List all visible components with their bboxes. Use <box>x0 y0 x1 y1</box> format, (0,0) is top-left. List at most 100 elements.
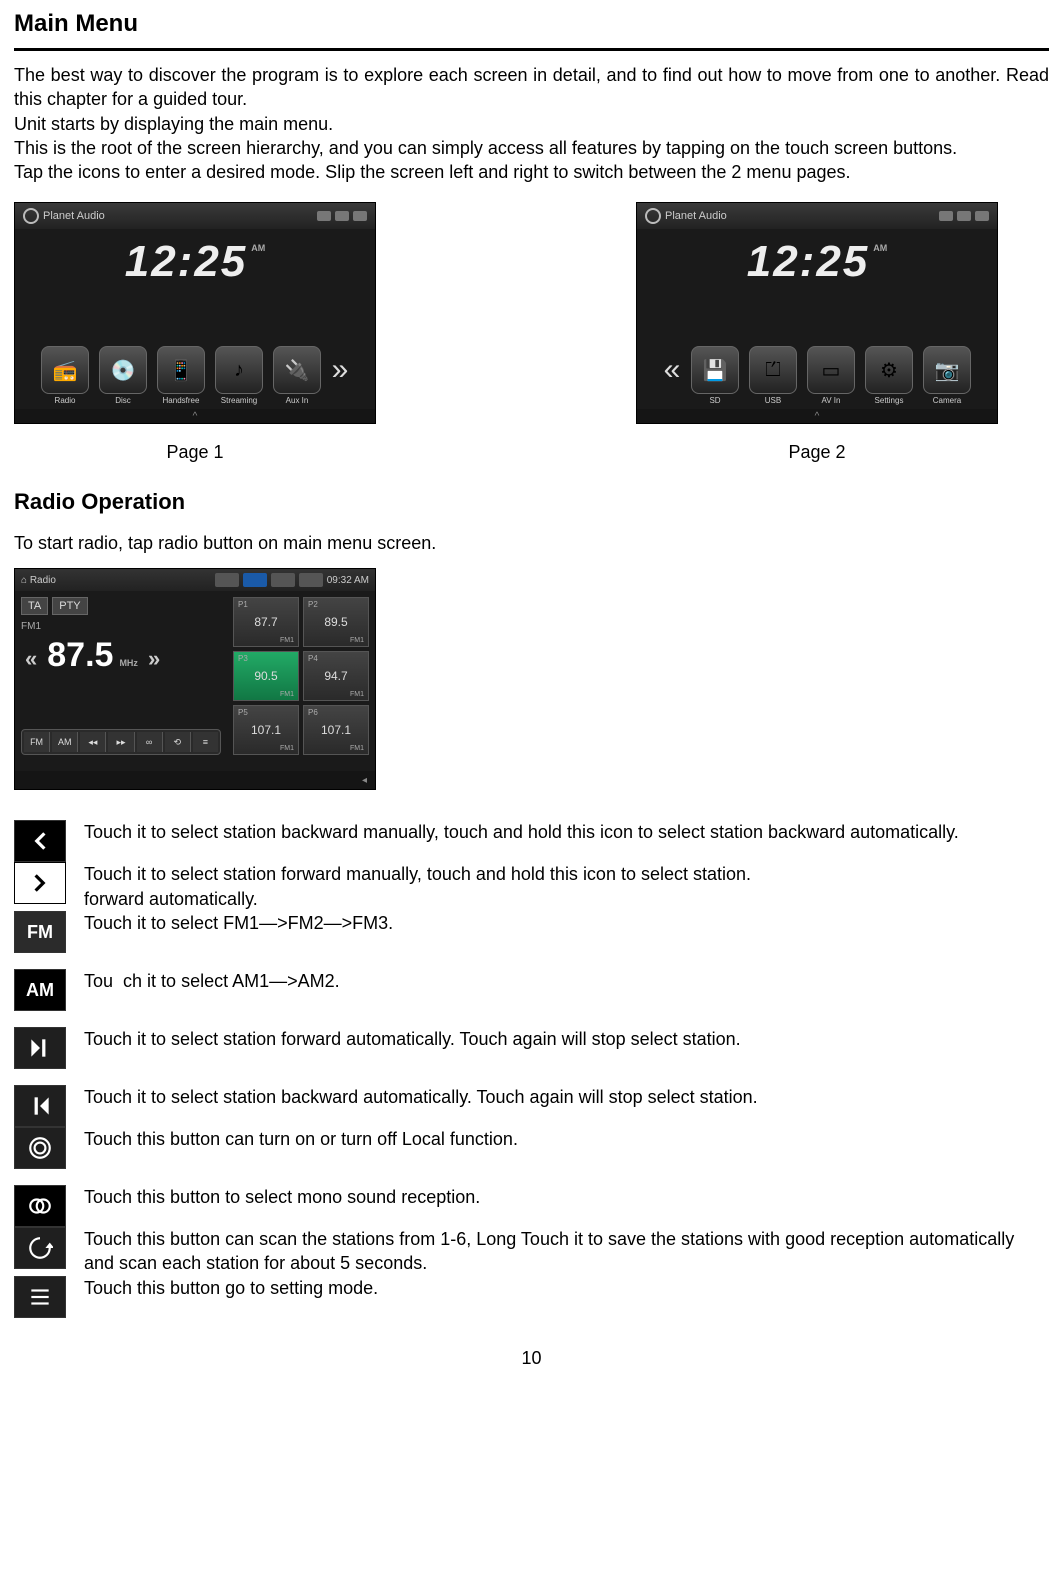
desc-mono: Touch this button to select mono sound r… <box>14 1185 1049 1227</box>
scan-button[interactable]: ⟲ <box>165 732 191 752</box>
tune-down-icon[interactable]: « <box>25 646 37 672</box>
intro-p1: The best way to discover the program is … <box>14 63 1049 112</box>
gear-icon: ⚙ <box>880 358 898 383</box>
desc-text: Touch it to select station forward manua… <box>84 862 1049 911</box>
app-sd[interactable]: 💾 SD <box>689 346 741 405</box>
status-icon <box>335 211 349 221</box>
scan-icon <box>14 1227 66 1269</box>
next-track-icon <box>14 1027 66 1069</box>
app-label: AV In <box>822 396 841 405</box>
page2-caption: Page 2 <box>788 442 845 463</box>
app-avin[interactable]: ▭ AV In <box>805 346 857 405</box>
status-icon <box>353 211 367 221</box>
phone-icon: 📱 <box>169 358 194 383</box>
intro-p2: Unit starts by displaying the main menu. <box>14 112 1049 136</box>
clock-time: 12:25 <box>125 237 248 286</box>
radio-screenshot: ⌂ Radio 09:32 AM TA PTY FM1 « 87.5 MHz »… <box>14 568 376 790</box>
menu-page-2: Planet Audio 12:25AM « 💾SD ⏍USB ▭AV In ⚙… <box>636 202 998 424</box>
divider <box>14 48 1049 51</box>
preset-5[interactable]: P5107.1FM1 <box>233 705 299 755</box>
preset-2[interactable]: P289.5FM1 <box>303 597 369 647</box>
desc-text: Touch this button can scan the stations … <box>84 1227 1049 1276</box>
brand-logo-icon <box>645 208 661 224</box>
seek-back-button[interactable]: ◂◂ <box>80 732 106 752</box>
app-handsfree[interactable]: 📱 Handsfree <box>155 346 207 405</box>
desc-am: AM Tou ch it to select AM1—>AM2. <box>14 969 1049 1011</box>
pty-button[interactable]: PTY <box>52 597 87 615</box>
desc-text: Touch it to select station forward autom… <box>84 1027 1049 1051</box>
app-auxin[interactable]: 🔌Aux In <box>271 346 323 405</box>
brand-text: Planet Audio <box>665 210 727 222</box>
camera-icon: 📷 <box>935 358 960 383</box>
av-icon: ▭ <box>822 358 841 383</box>
am-button[interactable]: AM <box>52 732 78 752</box>
app-label: USB <box>765 396 781 405</box>
brand: Planet Audio <box>645 208 727 224</box>
desc-fwd-auto: Touch it to select station forward autom… <box>14 1027 1049 1069</box>
app-label: Camera <box>933 396 961 405</box>
ta-button[interactable]: TA <box>21 597 48 615</box>
page1-caption: Page 1 <box>166 442 223 463</box>
page-prev-icon[interactable]: « <box>661 347 683 393</box>
chevron-left-icon <box>14 820 66 862</box>
clock: 12:25AM <box>15 237 375 287</box>
desc-text: Touch this button go to setting mode. <box>84 1276 1049 1300</box>
preset-6[interactable]: P6107.1FM1 <box>303 705 369 755</box>
app-label: SD <box>709 396 720 405</box>
radio-bottombar: ◂ <box>15 771 375 789</box>
desc-text: Tou ch it to select AM1—>AM2. <box>84 969 1049 993</box>
disc-icon: 💿 <box>111 358 136 383</box>
menu-icon <box>14 1276 66 1318</box>
desc-local: Touch this button can turn on or turn of… <box>14 1127 1049 1169</box>
icon-description-list: Touch it to select station backward manu… <box>14 820 1049 1317</box>
desc-text: Touch this button to select mono sound r… <box>84 1185 1049 1209</box>
page-next-icon[interactable]: » <box>329 347 351 393</box>
preset-4[interactable]: P494.7FM1 <box>303 651 369 701</box>
fm-button[interactable]: FM <box>24 732 50 752</box>
app-label: Handsfree <box>163 396 200 405</box>
app-usb[interactable]: ⏍ USB <box>747 346 799 405</box>
status-icons <box>317 211 367 221</box>
usb-icon: ⏍ <box>765 359 780 382</box>
app-settings[interactable]: ⚙Settings <box>863 346 915 405</box>
radio-icon: 📻 <box>53 358 78 383</box>
preset-1[interactable]: P187.7FM1 <box>233 597 299 647</box>
status-icon <box>939 211 953 221</box>
tune-up-icon[interactable]: » <box>148 646 160 672</box>
settings-button[interactable]: ≡ <box>193 732 218 752</box>
menu-screenshots: Planet Audio 12:25AM 📻Radio 💿 Disc 📱 Hands… <box>14 202 1049 463</box>
app-icon-row: 📻Radio 💿 Disc 📱 Handsfree ♪Streaming 🔌Aux … <box>15 346 375 405</box>
local-button[interactable]: ∞ <box>137 732 163 752</box>
app-icon-row: « 💾 SD ⏍ USB ▭ AV In ⚙Settings 📷 Camera <box>637 346 997 405</box>
app-label: Aux In <box>286 396 309 405</box>
desc-text: Touch it to select station backward manu… <box>84 820 1049 844</box>
intro-p3: This is the root of the screen hierarchy… <box>14 136 1049 160</box>
local-icon <box>14 1127 66 1169</box>
desc-scan: Touch this button can scan the stations … <box>14 1227 1049 1276</box>
app-label: Streaming <box>221 396 257 405</box>
status-icon <box>957 211 971 221</box>
mono-icon <box>14 1185 66 1227</box>
menu-page-2-wrap: Planet Audio 12:25AM « 💾SD ⏍USB ▭AV In ⚙… <box>636 202 998 463</box>
seek-fwd-button[interactable]: ▸▸ <box>108 732 134 752</box>
prev-track-icon <box>14 1085 66 1127</box>
intro-p4: Tap the icons to enter a desired mode. S… <box>14 160 1049 184</box>
desc-fm: FM Touch it to select FM1—>FM2—>FM3. <box>14 911 1049 953</box>
preset-grid: P187.7FM1 P289.5FM1 P390.5FM1 P494.7FM1 … <box>227 591 375 761</box>
status-icon <box>317 211 331 221</box>
app-streaming[interactable]: ♪Streaming <box>213 346 265 405</box>
radio-status-icon <box>271 573 295 587</box>
preset-3[interactable]: P390.5FM1 <box>233 651 299 701</box>
radio-home-icon[interactable]: ⌂ Radio <box>21 575 56 586</box>
frequency-unit: MHz <box>119 658 138 668</box>
app-camera[interactable]: 📷 Camera <box>921 346 973 405</box>
brand-logo-icon <box>23 208 39 224</box>
app-radio[interactable]: 📻Radio <box>39 346 91 405</box>
brand-text: Planet Audio <box>43 210 105 222</box>
app-disc[interactable]: 💿 Disc <box>97 346 149 405</box>
desc-text: Touch this button can turn on or turn of… <box>84 1127 1049 1151</box>
desc-setting: Touch this button go to setting mode. <box>14 1276 1049 1318</box>
status-icon <box>975 211 989 221</box>
sd-icon: 💾 <box>703 358 728 383</box>
app-label: Disc <box>115 396 131 405</box>
